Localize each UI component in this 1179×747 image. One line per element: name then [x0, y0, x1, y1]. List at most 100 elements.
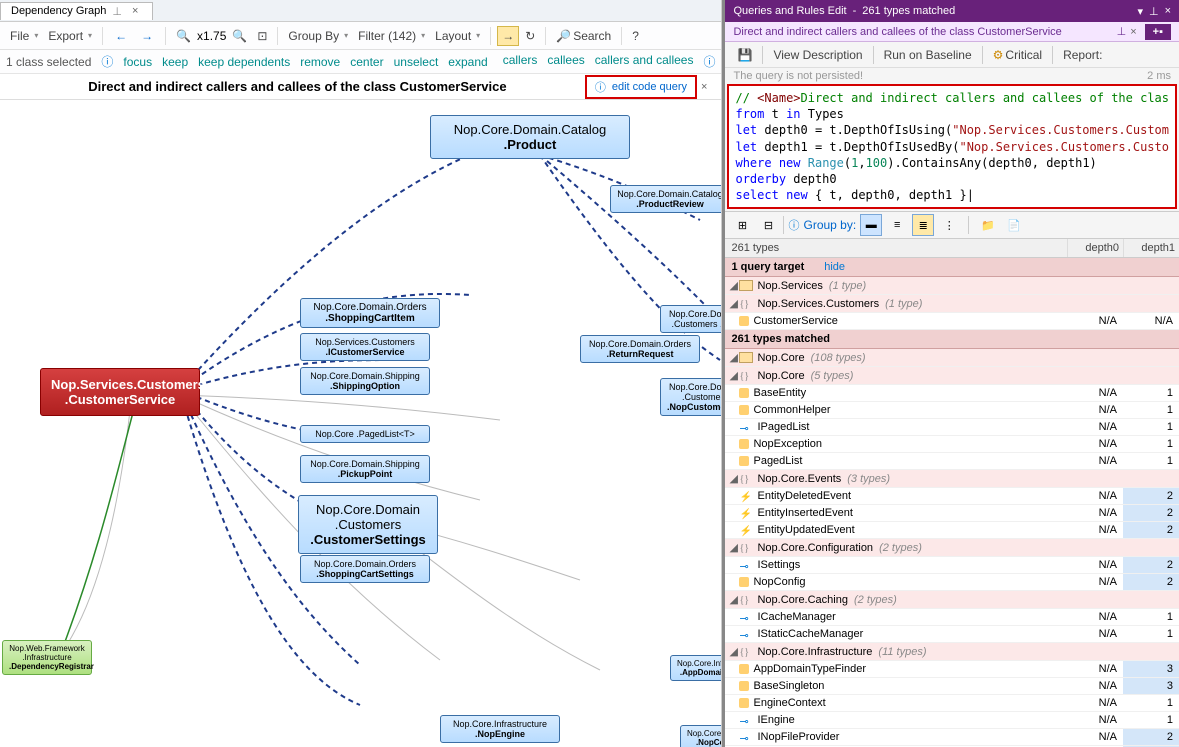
tree-row[interactable]: PagedListN/A1	[725, 453, 1179, 470]
node-shippingoption[interactable]: Nop.Core.Domain.Shipping .ShippingOption	[300, 367, 430, 395]
node-product[interactable]: Nop.Core.Domain.Catalog .Product	[430, 115, 630, 159]
keep-link[interactable]: keep	[162, 55, 188, 69]
groupby-menu[interactable]: Group By	[284, 27, 352, 45]
col-depth1[interactable]: depth1	[1123, 239, 1179, 257]
node-pickuppoint[interactable]: Nop.Core.Domain.Shipping .PickupPoint	[300, 455, 430, 483]
tree-row[interactable]: IStaticCacheManagerN/A1	[725, 626, 1179, 643]
tab-dependency-graph[interactable]: Dependency Graph ⊥ ×	[0, 2, 153, 20]
edit-code-query-button[interactable]: ⓘ edit code query	[585, 75, 697, 99]
expand-all-icon[interactable]: ⊞	[731, 214, 753, 236]
tree-row[interactable]: EngineContextN/A1	[725, 695, 1179, 712]
node-icustomerservice[interactable]: Nop.Services.Customers .ICustomerService	[300, 333, 430, 361]
close-icon[interactable]: ×	[128, 5, 142, 17]
pin-icon[interactable]: ⊥	[1149, 5, 1159, 18]
tree-row[interactable]: ◢Nop.Core.Events(3 types)	[725, 470, 1179, 488]
close-icon[interactable]: ×	[1165, 5, 1171, 17]
filter-menu[interactable]: Filter (142)	[354, 27, 429, 45]
tree-row[interactable]: ICacheManagerN/A1	[725, 609, 1179, 626]
dropdown-icon[interactable]: ▾	[1137, 5, 1143, 18]
export-menu[interactable]: Export	[44, 27, 96, 45]
collapse-all-icon[interactable]: ⊟	[757, 214, 779, 236]
group-member-icon[interactable]: ⋮	[938, 214, 960, 236]
tree-row[interactable]: EntityInsertedEventN/A2	[725, 505, 1179, 522]
tree-row[interactable]: NopConfigN/A2	[725, 574, 1179, 591]
tree-toggle-icon[interactable]: ◢	[729, 369, 739, 382]
pin-icon[interactable]: ⊥	[112, 5, 122, 18]
col-depth0[interactable]: depth0	[1067, 239, 1123, 257]
tree-row[interactable]: ISettingsN/A2	[725, 557, 1179, 574]
nav-back-button[interactable]: ←	[109, 27, 133, 45]
node-productreview[interactable]: Nop.Core.Domain.Catalog .ProductReview	[610, 185, 721, 213]
folder-icon[interactable]: 📁	[977, 214, 999, 236]
node-shoppingcartitem[interactable]: Nop.Core.Domain.Orders .ShoppingCartItem	[300, 298, 440, 328]
col-types[interactable]: 261 types	[725, 239, 1067, 257]
code-editor[interactable]: // <Name>Direct and indirect callers and…	[727, 84, 1177, 209]
tree-toggle-icon[interactable]: ◢	[729, 279, 739, 292]
nav-fwd-button[interactable]: →	[135, 27, 159, 45]
remove-link[interactable]: remove	[300, 55, 340, 69]
zoom-fit-button[interactable]: ⊡	[253, 27, 271, 45]
graph-canvas[interactable]: Nop.Services.Customers .CustomerService …	[0, 100, 721, 747]
tree-row[interactable]: CustomerServiceN/AN/A	[725, 313, 1179, 330]
focus-link[interactable]: focus	[123, 55, 152, 69]
tree-row[interactable]: ◢Nop.Services(1 type)	[725, 277, 1179, 295]
zoom-in-button[interactable]: 🔍	[228, 27, 251, 45]
node-customers-cus[interactable]: Nop.Core.Domain .Customers .Cus	[660, 305, 721, 333]
tree-toggle-icon[interactable]: ◢	[729, 297, 739, 310]
hide-link[interactable]: hide	[824, 261, 845, 273]
tree-row[interactable]: AppDomainTypeFinderN/A3	[725, 661, 1179, 678]
tree-row[interactable]: INopFileProviderN/A2	[725, 729, 1179, 746]
tree-toggle-icon[interactable]: ◢	[729, 645, 739, 658]
run-baseline-button[interactable]: Run on Baseline	[876, 45, 980, 65]
tree-row[interactable]: IPagedListN/A1	[725, 419, 1179, 436]
node-nopconfig[interactable]: Nop.Core.Configu .NopConfig	[680, 725, 721, 747]
tree-toggle-icon[interactable]: ◢	[729, 541, 739, 554]
node-returnrequest[interactable]: Nop.Core.Domain.Orders .ReturnRequest	[580, 335, 700, 363]
callees-link[interactable]: callees	[547, 53, 584, 70]
node-customersettings[interactable]: Nop.Core.Domain .Customers .CustomerSett…	[298, 495, 438, 554]
save-button[interactable]: 💾	[729, 45, 760, 65]
center-link[interactable]: center	[350, 55, 383, 69]
group-type-icon[interactable]: ≣	[912, 214, 934, 236]
node-pagedlist[interactable]: Nop.Core .PagedList<T>	[300, 425, 430, 443]
tree-row[interactable]: BaseEntityN/A1	[725, 385, 1179, 402]
tree-row[interactable]: IEngineN/A1	[725, 712, 1179, 729]
tree-row[interactable]: NopExceptionN/A1	[725, 436, 1179, 453]
search-button[interactable]: 🔎 Search	[552, 27, 615, 45]
layout-menu[interactable]: Layout	[431, 27, 484, 45]
critical-button[interactable]: ⚙ Critical	[985, 45, 1050, 65]
unpin-icon[interactable]: ⊥	[1117, 25, 1127, 38]
document-icon[interactable]: 📄	[1003, 214, 1025, 236]
tree-row[interactable]: EntityDeletedEventN/A2	[725, 488, 1179, 505]
node-nopcustomerdef[interactable]: Nop.Core.Domain .Customers .NopCustomerD…	[660, 378, 721, 416]
refresh-button[interactable]: ↻	[521, 27, 539, 45]
tree-row[interactable]: ◢Nop.Core(5 types)	[725, 367, 1179, 385]
help-button[interactable]: ?	[628, 27, 643, 45]
add-tab-button[interactable]: +▪	[1145, 24, 1171, 40]
node-customerservice-selected[interactable]: Nop.Services.Customers .CustomerService	[40, 368, 200, 416]
tree-toggle-icon[interactable]: ◢	[729, 472, 739, 485]
tree-row[interactable]: EntityUpdatedEventN/A2	[725, 522, 1179, 539]
tree-row[interactable]: ◢Nop.Services.Customers(1 type)	[725, 295, 1179, 313]
keep-dependents-link[interactable]: keep dependents	[198, 55, 290, 69]
callers-callees-link[interactable]: callers and callees	[595, 53, 694, 70]
tree-toggle-icon[interactable]: ◢	[729, 351, 739, 364]
tree-row[interactable]: ◢Nop.Core.Caching(2 types)	[725, 591, 1179, 609]
expand-link[interactable]: expand	[448, 55, 487, 69]
zoom-out-button[interactable]: 🔍	[172, 27, 195, 45]
group-namespace-icon[interactable]: ≡	[886, 214, 908, 236]
close-title-icon[interactable]: ×	[697, 81, 711, 93]
file-menu[interactable]: File	[6, 27, 42, 45]
node-nopengine[interactable]: Nop.Core.Infrastructure .NopEngine	[440, 715, 560, 743]
node-appdomaintype[interactable]: Nop.Core.Infrastructure .AppDomainType	[670, 655, 721, 681]
node-dependencyregistrar[interactable]: Nop.Web.Framework .Infrastructure .Depen…	[2, 640, 92, 675]
unselect-link[interactable]: unselect	[394, 55, 439, 69]
node-shoppingcartsettings[interactable]: Nop.Core.Domain.Orders .ShoppingCartSett…	[300, 555, 430, 583]
callers-link[interactable]: callers	[503, 53, 538, 70]
tree-row[interactable]: ◢Nop.Core.Infrastructure(11 types)	[725, 643, 1179, 661]
tree-row[interactable]: ◢Nop.Core(108 types)	[725, 349, 1179, 367]
tree-row[interactable]: ◢Nop.Core.Configuration(2 types)	[725, 539, 1179, 557]
report-label[interactable]: Report:	[1055, 45, 1110, 65]
tree-toggle-icon[interactable]: ◢	[729, 593, 739, 606]
view-description-button[interactable]: View Description	[765, 45, 870, 65]
